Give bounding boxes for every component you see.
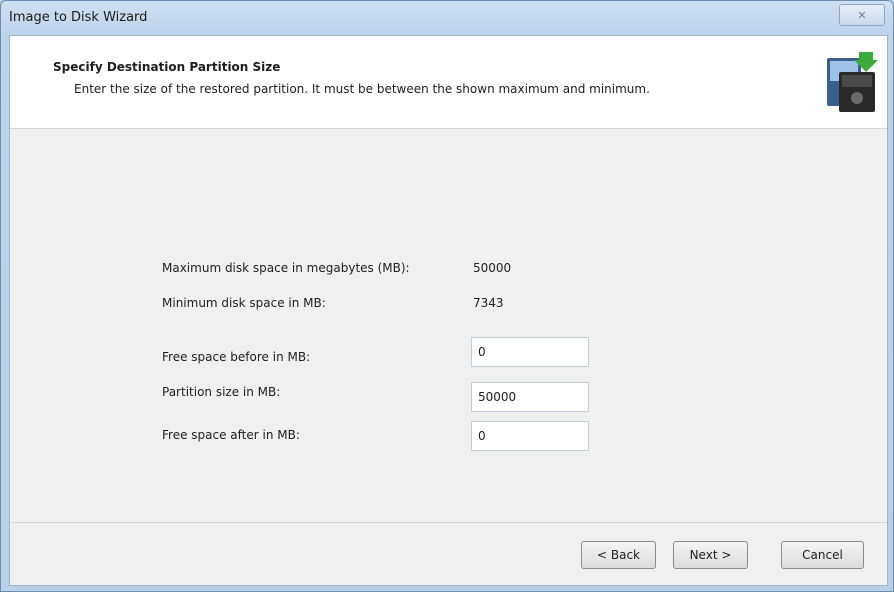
min-space-label: Minimum disk space in MB: [162,296,326,310]
wizard-window: Image to Disk Wizard ✕ Specify Destinati… [0,0,894,592]
page-subtitle: Enter the size of the restored partition… [74,82,650,96]
free-before-label: Free space before in MB: [162,350,311,364]
free-after-label: Free space after in MB: [162,428,300,442]
close-button[interactable]: ✕ [839,4,885,26]
max-space-label: Maximum disk space in megabytes (MB): [162,261,410,275]
free-before-input[interactable]: 0 [471,337,589,367]
partition-size-label: Partition size in MB: [162,385,281,399]
disk-wizard-icon [827,52,878,112]
wizard-content: Maximum disk space in megabytes (MB): 50… [10,129,887,514]
free-after-input[interactable]: 0 [471,421,589,451]
max-space-value: 50000 [473,261,512,275]
min-space-value: 7343 [473,296,504,310]
footer-divider [10,522,887,523]
cancel-button[interactable]: Cancel [781,541,864,569]
next-button[interactable]: Next > [673,541,748,569]
wizard-header: Specify Destination Partition Size Enter… [10,36,887,129]
wizard-client-area: Specify Destination Partition Size Enter… [9,35,888,586]
close-icon: ✕ [857,8,867,22]
title-bar[interactable]: Image to Disk Wizard ✕ [1,1,893,35]
back-button[interactable]: < Back [581,541,656,569]
window-title: Image to Disk Wizard [9,10,148,25]
partition-size-input[interactable]: 50000 [471,382,589,412]
page-title: Specify Destination Partition Size [53,60,281,74]
